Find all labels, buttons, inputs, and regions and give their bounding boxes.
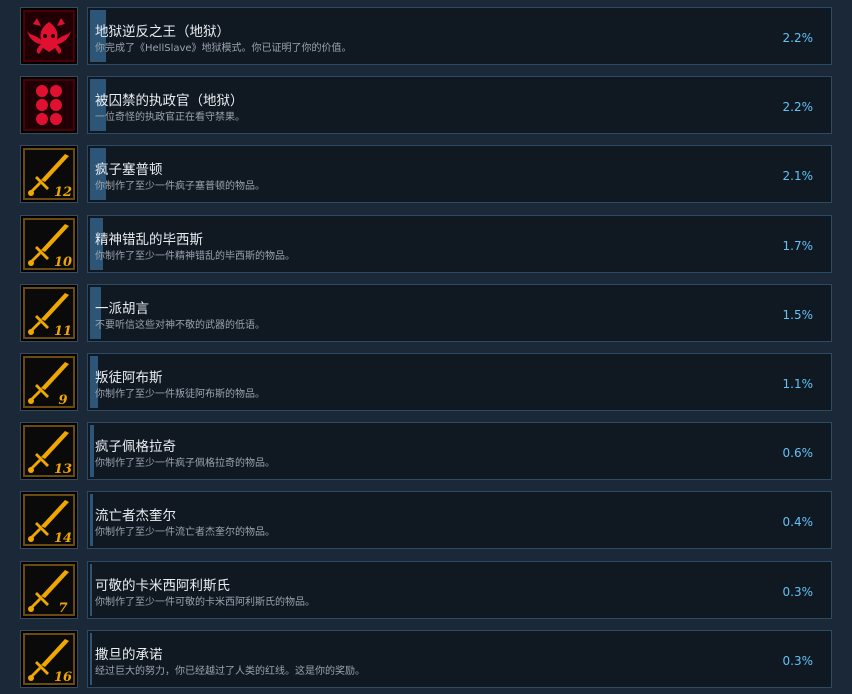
sword-level-number: 11 bbox=[54, 324, 72, 339]
achievement-description: 你制作了至少一件叛徒阿布斯的物品。 bbox=[95, 389, 265, 400]
achievement-card: 被囚禁的执政官（地狱） 一位奇怪的执政官正在看守禁果。 2.2% bbox=[87, 76, 832, 135]
achievement-description: 你完成了《HellSlave》地狱模式。你已证明了你的价值。 bbox=[95, 43, 352, 54]
sword-level-number: 14 bbox=[54, 531, 72, 546]
golden-sword-icon: 14 bbox=[23, 494, 75, 547]
achievement-description: 你制作了至少一件精神错乱的毕西斯的物品。 bbox=[95, 250, 295, 262]
achievement-icon-frame: 13 bbox=[20, 422, 78, 481]
achievement-title: 被囚禁的执政官（地狱） bbox=[95, 93, 244, 110]
unlock-percentage: 0.6% bbox=[782, 446, 814, 461]
achievement-title: 可敬的卡米西阿利斯氏 bbox=[95, 577, 230, 594]
unlock-percentage: 0.4% bbox=[782, 515, 814, 530]
achievement-row[interactable]: 被囚禁的执政官（地狱） 一位奇怪的执政官正在看守禁果。 2.2% bbox=[20, 76, 832, 135]
achievement-row[interactable]: 9 叛徒阿布斯 你制作了至少一件叛徒阿布斯的物品。 1.1% bbox=[20, 353, 832, 411]
sword-level-number: 13 bbox=[54, 462, 72, 477]
achievement-card: 一派胡言 不要听信这些对神不敬的武器的低语。 1.5% bbox=[87, 283, 832, 342]
achievement-icon-frame: 9 bbox=[20, 353, 78, 411]
unlock-percentage: 2.2% bbox=[782, 100, 814, 115]
achievement-icon-frame: 11 bbox=[20, 283, 78, 342]
unlock-percentage: 2.1% bbox=[782, 169, 814, 184]
achievement-row[interactable]: 10 精神错乱的毕西斯 你制作了至少一件精神错乱的毕西斯的物品。 1.7% bbox=[20, 214, 832, 273]
progress-bar bbox=[90, 632, 93, 685]
achievement-description: 一位奇怪的执政官正在看守禁果。 bbox=[95, 112, 245, 124]
unlock-percentage: 2.2% bbox=[782, 31, 814, 45]
achievement-row[interactable]: 地狱逆反之王（地狱） 你完成了《HellSlave》地狱模式。你已证明了你的价值… bbox=[20, 7, 832, 65]
achievement-icon-frame: 7 bbox=[20, 560, 78, 619]
sword-level-number: 10 bbox=[54, 255, 72, 270]
sword-level-number: 7 bbox=[58, 601, 67, 616]
achievement-icon-frame bbox=[20, 7, 78, 65]
achievement-card: 可敬的卡米西阿利斯氏 你制作了至少一件可敬的卡米西阿利斯氏的物品。 0.3% bbox=[87, 560, 832, 619]
golden-sword-icon: 12 bbox=[23, 148, 75, 201]
progress-bar bbox=[90, 563, 93, 616]
achievement-icon-frame bbox=[20, 76, 78, 135]
achievement-title: 地狱逆反之王（地狱） bbox=[95, 24, 230, 40]
achievement-title: 流亡者杰奎尔 bbox=[95, 508, 176, 525]
golden-sword-icon: 16 bbox=[23, 632, 75, 685]
achievement-row[interactable]: 14 流亡者杰奎尔 你制作了至少一件流亡者杰奎尔的物品。 0.4% bbox=[20, 491, 832, 550]
golden-sword-icon: 11 bbox=[23, 286, 75, 339]
achievement-description: 你制作了至少一件可敬的卡米西阿利斯氏的物品。 bbox=[95, 596, 315, 608]
achievement-card: 叛徒阿布斯 你制作了至少一件叛徒阿布斯的物品。 1.1% bbox=[87, 353, 832, 411]
sword-level-number: 16 bbox=[54, 670, 72, 685]
progress-bar bbox=[90, 425, 95, 478]
six-dots-icon bbox=[23, 79, 75, 132]
achievement-icon-frame: 12 bbox=[20, 145, 78, 204]
sword-level-number: 12 bbox=[54, 185, 72, 200]
unlock-percentage: 0.3% bbox=[782, 584, 814, 599]
achievement-description: 经过巨大的努力，你已经越过了人类的红线。这是你的奖励。 bbox=[95, 665, 365, 677]
achievement-card: 地狱逆反之王（地狱） 你完成了《HellSlave》地狱模式。你已证明了你的价值… bbox=[87, 7, 832, 65]
achievement-row[interactable]: 16 撒旦的承诺 经过巨大的努力，你已经越过了人类的红线。这是你的奖励。 0.3… bbox=[20, 629, 832, 688]
achievement-title: 疯子塞普顿 bbox=[95, 162, 163, 179]
achievement-description: 你制作了至少一件疯子佩格拉奇的物品。 bbox=[95, 458, 275, 470]
achievement-card: 撒旦的承诺 经过巨大的努力，你已经越过了人类的红线。这是你的奖励。 0.3% bbox=[87, 629, 832, 688]
achievement-card: 精神错乱的毕西斯 你制作了至少一件精神错乱的毕西斯的物品。 1.7% bbox=[87, 214, 832, 273]
achievement-title: 叛徒阿布斯 bbox=[95, 370, 163, 386]
achievement-title: 一派胡言 bbox=[95, 300, 149, 317]
achievement-card: 疯子佩格拉奇 你制作了至少一件疯子佩格拉奇的物品。 0.6% bbox=[87, 422, 832, 481]
achievement-card: 疯子塞普顿 你制作了至少一件疯子塞普顿的物品。 2.1% bbox=[87, 145, 832, 204]
achievement-description: 不要听信这些对神不敬的武器的低语。 bbox=[95, 319, 265, 331]
demon-wings-icon bbox=[23, 10, 75, 62]
golden-sword-icon: 13 bbox=[23, 425, 75, 478]
achievement-row[interactable]: 11 一派胡言 不要听信这些对神不敬的武器的低语。 1.5% bbox=[20, 283, 832, 342]
unlock-percentage: 1.7% bbox=[782, 238, 814, 253]
achievement-row[interactable]: 12 疯子塞普顿 你制作了至少一件疯子塞普顿的物品。 2.1% bbox=[20, 145, 832, 204]
achievement-icon-frame: 14 bbox=[20, 491, 78, 550]
golden-sword-icon: 7 bbox=[23, 563, 75, 616]
unlock-percentage: 1.5% bbox=[782, 307, 814, 322]
achievement-icon-frame: 16 bbox=[20, 629, 78, 688]
unlock-percentage: 0.3% bbox=[782, 653, 814, 668]
golden-sword-icon: 9 bbox=[23, 356, 75, 408]
golden-sword-icon: 10 bbox=[23, 217, 75, 270]
achievement-row[interactable]: 13 疯子佩格拉奇 你制作了至少一件疯子佩格拉奇的物品。 0.6% bbox=[20, 422, 832, 481]
achievement-title: 撒旦的承诺 bbox=[95, 646, 163, 663]
unlock-percentage: 1.1% bbox=[782, 377, 814, 391]
achievement-card: 流亡者杰奎尔 你制作了至少一件流亡者杰奎尔的物品。 0.4% bbox=[87, 491, 832, 550]
achievement-title: 精神错乱的毕西斯 bbox=[95, 231, 203, 248]
achievement-description: 你制作了至少一件疯子塞普顿的物品。 bbox=[95, 181, 265, 193]
achievement-icon-frame: 10 bbox=[20, 214, 78, 273]
achievement-title: 疯子佩格拉奇 bbox=[95, 439, 176, 456]
progress-bar bbox=[90, 494, 93, 547]
sword-level-number: 9 bbox=[58, 393, 67, 408]
achievement-row[interactable]: 7 可敬的卡米西阿利斯氏 你制作了至少一件可敬的卡米西阿利斯氏的物品。 0.3% bbox=[20, 560, 832, 619]
achievement-description: 你制作了至少一件流亡者杰奎尔的物品。 bbox=[95, 527, 275, 539]
